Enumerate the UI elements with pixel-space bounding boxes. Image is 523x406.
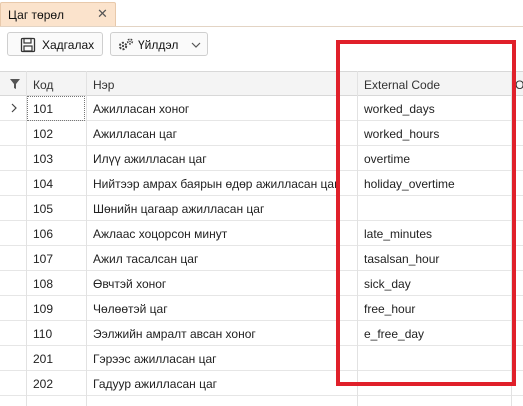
tab-time-type[interactable]: Цаг төрөл ✕ bbox=[0, 2, 116, 26]
cell-name[interactable]: Нийтээр амрах баярын өдөр ажилласан цаг bbox=[93, 177, 355, 191]
cell-name[interactable]: Ажилласан цаг bbox=[93, 127, 355, 141]
cell-code[interactable]: 104 bbox=[33, 177, 83, 191]
cell-code[interactable]: 102 bbox=[33, 127, 83, 141]
cell-name[interactable]: Илүү ажилласан цаг bbox=[93, 152, 355, 166]
save-button-label: Хадгалах bbox=[42, 38, 95, 52]
actions-dropdown-button[interactable]: Үйлдэл bbox=[110, 32, 208, 56]
cell-code[interactable]: 202 bbox=[33, 377, 83, 391]
column-header-extra[interactable]: O bbox=[515, 78, 523, 92]
cell-code[interactable]: 110 bbox=[33, 327, 83, 341]
cell-code[interactable]: 108 bbox=[33, 277, 83, 291]
gear-icon bbox=[118, 38, 134, 51]
cell-code[interactable]: 201 bbox=[33, 352, 83, 366]
column-header-code[interactable]: Код bbox=[33, 78, 53, 92]
tab-bar: Цаг төрөл ✕ bbox=[0, 0, 523, 28]
save-icon bbox=[20, 37, 36, 53]
cell-code[interactable]: 103 bbox=[33, 152, 83, 166]
cell-name[interactable]: Гадуур ажилласан цаг bbox=[93, 377, 355, 391]
cell-name[interactable]: Өвчтэй хоног bbox=[93, 277, 355, 291]
save-button[interactable]: Хадгалах bbox=[7, 32, 103, 56]
cell-code[interactable]: 106 bbox=[33, 227, 83, 241]
cell-code[interactable]: 109 bbox=[33, 302, 83, 316]
cell-code[interactable]: 101 bbox=[33, 102, 83, 116]
chevron-down-icon bbox=[191, 42, 201, 48]
cell-name[interactable]: Ажил тасалсан цаг bbox=[93, 252, 355, 266]
cell-name[interactable]: Шөнийн цагаар ажилласан цаг bbox=[93, 202, 355, 216]
cell-name[interactable]: Чөлөөтэй цаг bbox=[93, 302, 355, 316]
cell-name[interactable]: Ажлаас хоцорсон минут bbox=[93, 227, 355, 241]
cell-name[interactable]: Гэрээс ажилласан цаг bbox=[93, 352, 355, 366]
close-icon[interactable]: ✕ bbox=[97, 6, 108, 22]
cell-code[interactable]: 105 bbox=[33, 202, 83, 216]
highlight-box bbox=[336, 40, 516, 386]
column-header-name[interactable]: Нэр bbox=[93, 78, 114, 92]
column-divider bbox=[86, 71, 87, 406]
tab-label: Цаг төрөл bbox=[8, 8, 65, 22]
actions-button-label: Үйлдэл bbox=[138, 38, 179, 52]
filter-icon[interactable] bbox=[9, 78, 21, 90]
chevron-right-icon bbox=[11, 103, 17, 113]
column-divider bbox=[26, 71, 27, 406]
cell-name[interactable]: Ажилласан хоног bbox=[93, 102, 355, 116]
cell-code[interactable]: 107 bbox=[33, 252, 83, 266]
cell-name[interactable]: Ээлжийн амралт авсан хоног bbox=[93, 327, 355, 341]
